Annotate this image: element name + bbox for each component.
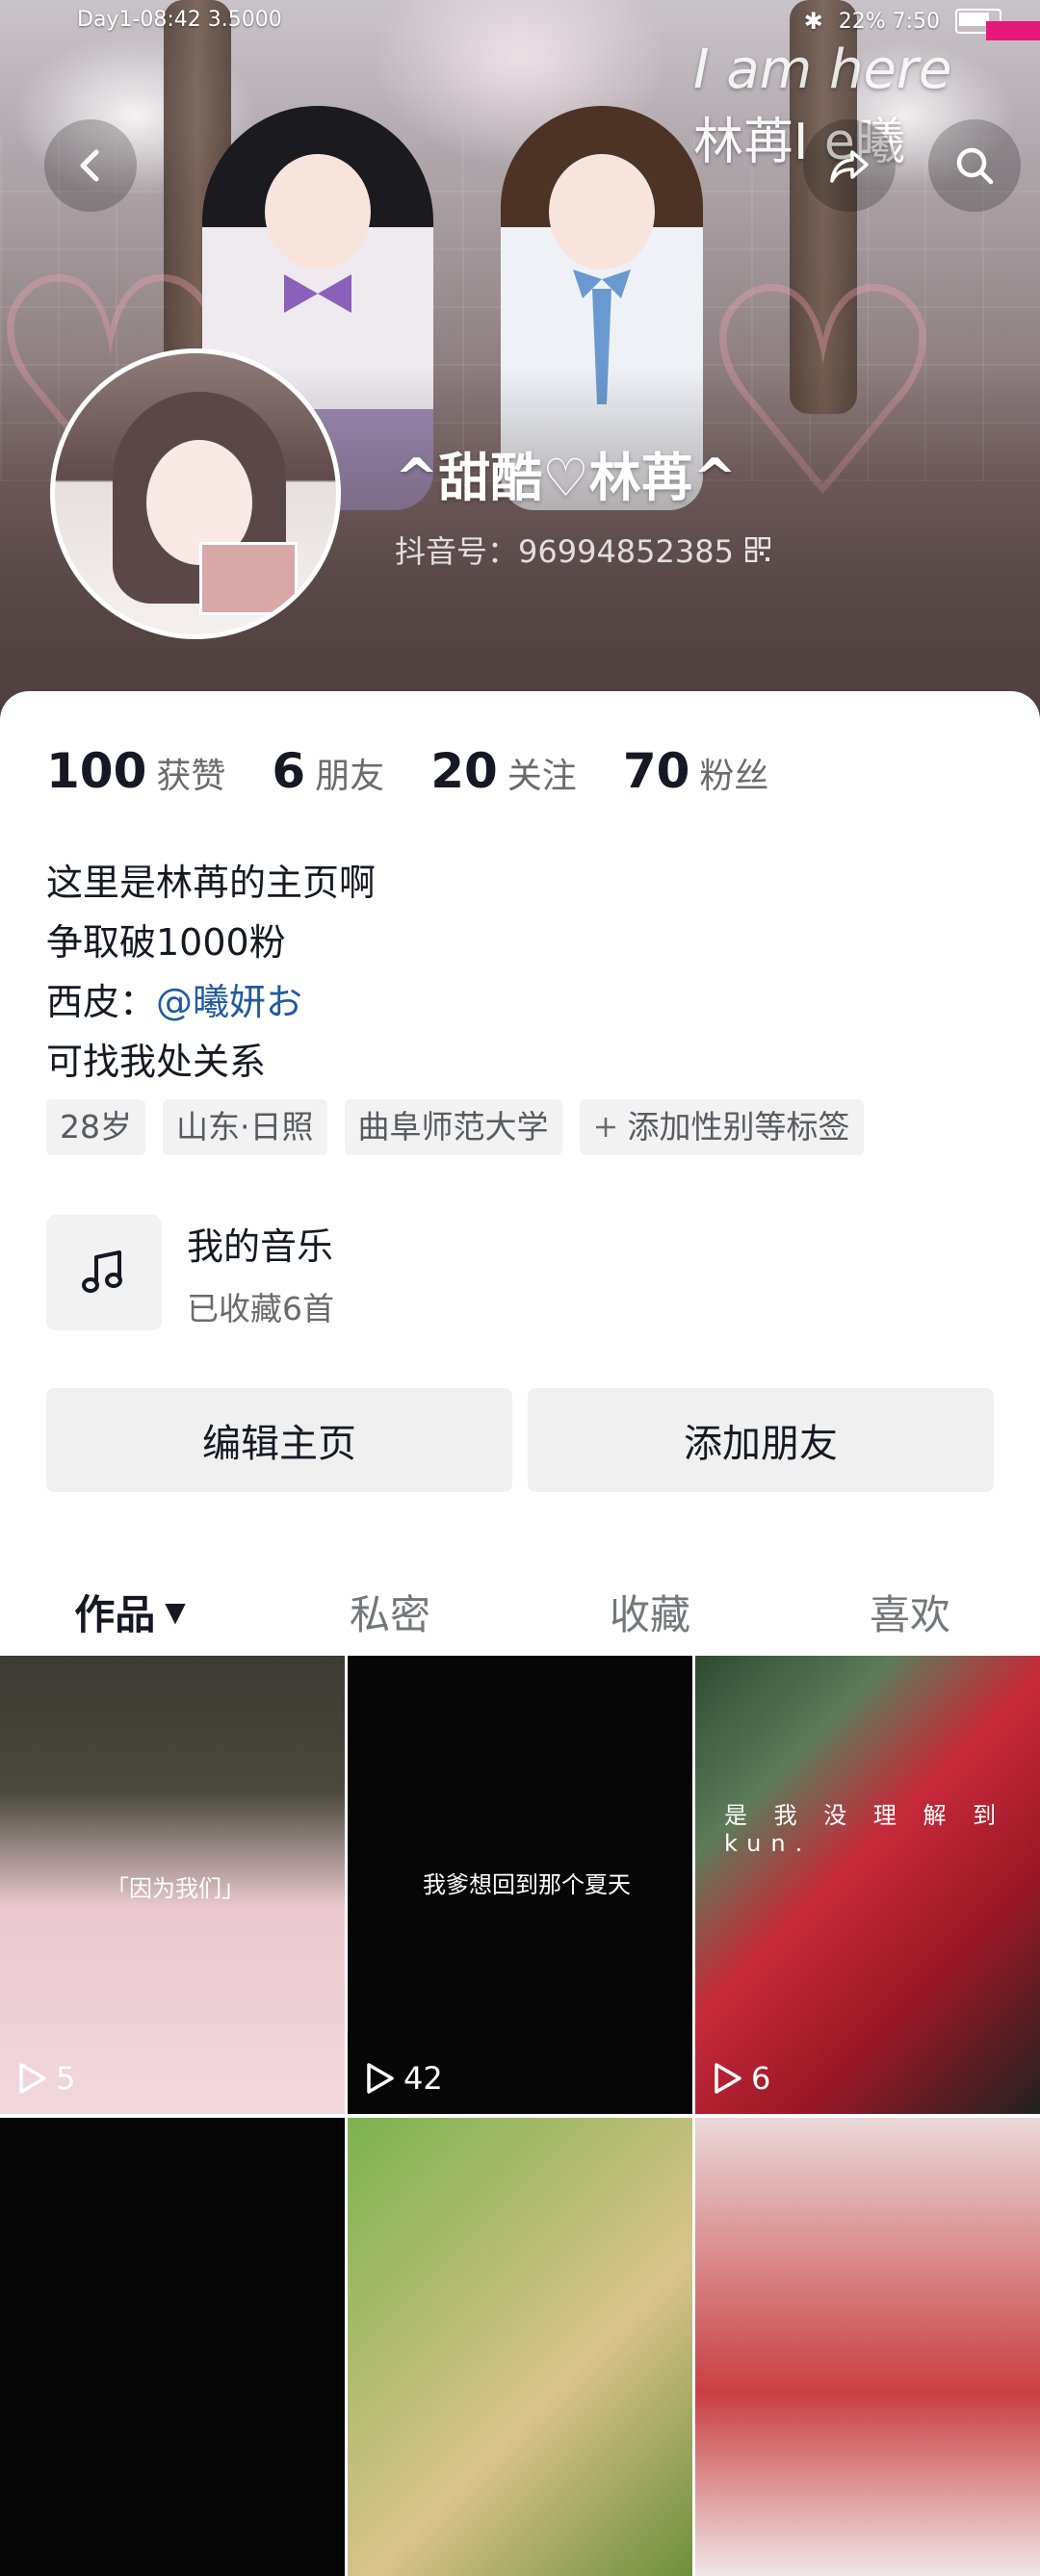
status-indicator [986,21,1040,40]
search-button[interactable] [928,119,1021,212]
status-bar-left: Day1-08:42 3.5000 [77,8,282,32]
stat-followers[interactable]: 70 粉丝 [623,743,769,799]
video-thumbnail[interactable]: 我爹想回到那个夏天 42 [348,1656,692,2114]
my-music-entry[interactable]: 我的音乐 已收藏6首 [46,1215,334,1330]
video-thumbnail[interactable]: 是 我 没 理 解 到 kun. 6 [695,1656,1040,2114]
play-count: 5 [15,2060,75,2097]
stat-likes[interactable]: 100 获赞 [46,743,225,799]
play-icon [715,2063,741,2094]
stat-following[interactable]: 20 关注 [430,743,577,799]
uid-text: 抖音号：96994852385 [395,533,734,570]
tab-works[interactable]: 作品 ▼ [0,1554,260,1669]
bio-prefix: 西皮： [46,981,157,1023]
content-tabs: 作品 ▼ 私密 收藏 喜欢 [0,1554,1040,1669]
tab-label: 收藏 [609,1590,690,1638]
music-title: 我的音乐 [187,1224,334,1268]
bio-line: 这里是林苒的主页啊 [46,862,377,904]
play-count-value: 42 [403,2060,443,2097]
stats-row: 100 获赞 6 朋友 20 关注 70 粉丝 [46,743,768,799]
share-icon [830,150,869,183]
stat-number: 100 [46,743,147,799]
status-bar-right-text: 22% 7:50 [838,9,940,34]
play-icon [19,2063,46,2094]
video-thumbnail[interactable] [695,2118,1040,2576]
edit-profile-button[interactable]: 编辑主页 [46,1388,512,1492]
profile-tags: 28岁 山东·日照 曲阜师范大学 添加性别等标签 [46,1099,864,1155]
search-icon [956,147,994,185]
profile-nickname: ^甜酷♡林苒^ [395,448,737,508]
stat-label: 关注 [507,757,577,796]
back-button[interactable] [44,119,137,212]
bio-line: 争取破1000粉 [46,921,286,964]
stat-label: 朋友 [315,757,385,796]
music-note-icon [82,1250,122,1293]
play-count: 42 [363,2060,443,2097]
stat-number: 20 [430,743,498,799]
play-count-value: 6 [751,2060,771,2097]
add-tags-label: 添加性别等标签 [627,1108,850,1146]
video-caption: 「因为我们」 [106,1875,245,1902]
qr-code-icon[interactable] [744,537,770,562]
back-arrow-icon [80,149,99,182]
tab-label: 作品 [74,1590,156,1638]
video-thumbnail[interactable] [348,2118,692,2576]
stat-friends[interactable]: 6 朋友 [272,743,384,799]
caret-down-icon[interactable]: ▼ [165,1596,186,1628]
bio-mention-link[interactable]: @曦妍お [156,981,302,1023]
tag-age: 28岁 [46,1099,145,1155]
video-caption: 是 我 没 理 解 到 kun. [724,1802,1006,1857]
add-friend-button[interactable]: 添加朋友 [528,1388,994,1492]
play-count-value: 5 [56,2060,76,2097]
cover-script-text: I am here [693,39,952,101]
play-icon [367,2063,394,2094]
share-button[interactable] [803,119,896,212]
profile-uid[interactable]: 抖音号：96994852385 [395,528,770,572]
profile-cover[interactable]: ♡ ♡ Day1-08:42 3.5000 ✱ 22% 7:50 I am he… [0,0,1040,732]
bluetooth-icon: ✱ [803,8,823,35]
profile-card: 100 获赞 6 朋友 20 关注 70 粉丝 这里是林苒的主页啊 争取破100… [0,691,1040,2576]
stat-label: 粉丝 [699,757,769,796]
stat-number: 70 [622,743,690,799]
stat-label: 获赞 [156,757,226,796]
plus-icon [595,1118,615,1137]
tab-favorites[interactable]: 收藏 [520,1554,780,1669]
avatar[interactable] [50,348,341,639]
bio-line: 可找我处关系 [46,1041,267,1083]
add-tags-button[interactable]: 添加性别等标签 [579,1099,864,1155]
status-bar-right: ✱ 22% 7:50 [804,8,1001,35]
music-icon-box [46,1215,162,1330]
video-thumbnail[interactable] [0,2118,345,2576]
play-count: 6 [711,2060,770,2097]
video-caption: 我爹想回到那个夏天 [423,1871,631,1898]
music-subtitle: 已收藏6首 [187,1289,334,1327]
tab-label: 喜欢 [869,1590,950,1638]
profile-bio: 这里是林苒的主页啊 争取破1000粉 西皮：@曦妍お 可找我处关系 [46,853,376,1092]
tab-likes[interactable]: 喜欢 [780,1554,1040,1669]
stat-number: 6 [272,743,306,799]
video-thumbnail[interactable]: 「因为我们」 5 [0,1656,345,2114]
bio-line: 西皮：@曦妍お [46,972,376,1032]
tag-location: 山东·日照 [163,1099,327,1155]
tab-label: 私密 [349,1590,430,1638]
tab-private[interactable]: 私密 [260,1554,520,1669]
tag-school: 曲阜师范大学 [344,1099,562,1155]
